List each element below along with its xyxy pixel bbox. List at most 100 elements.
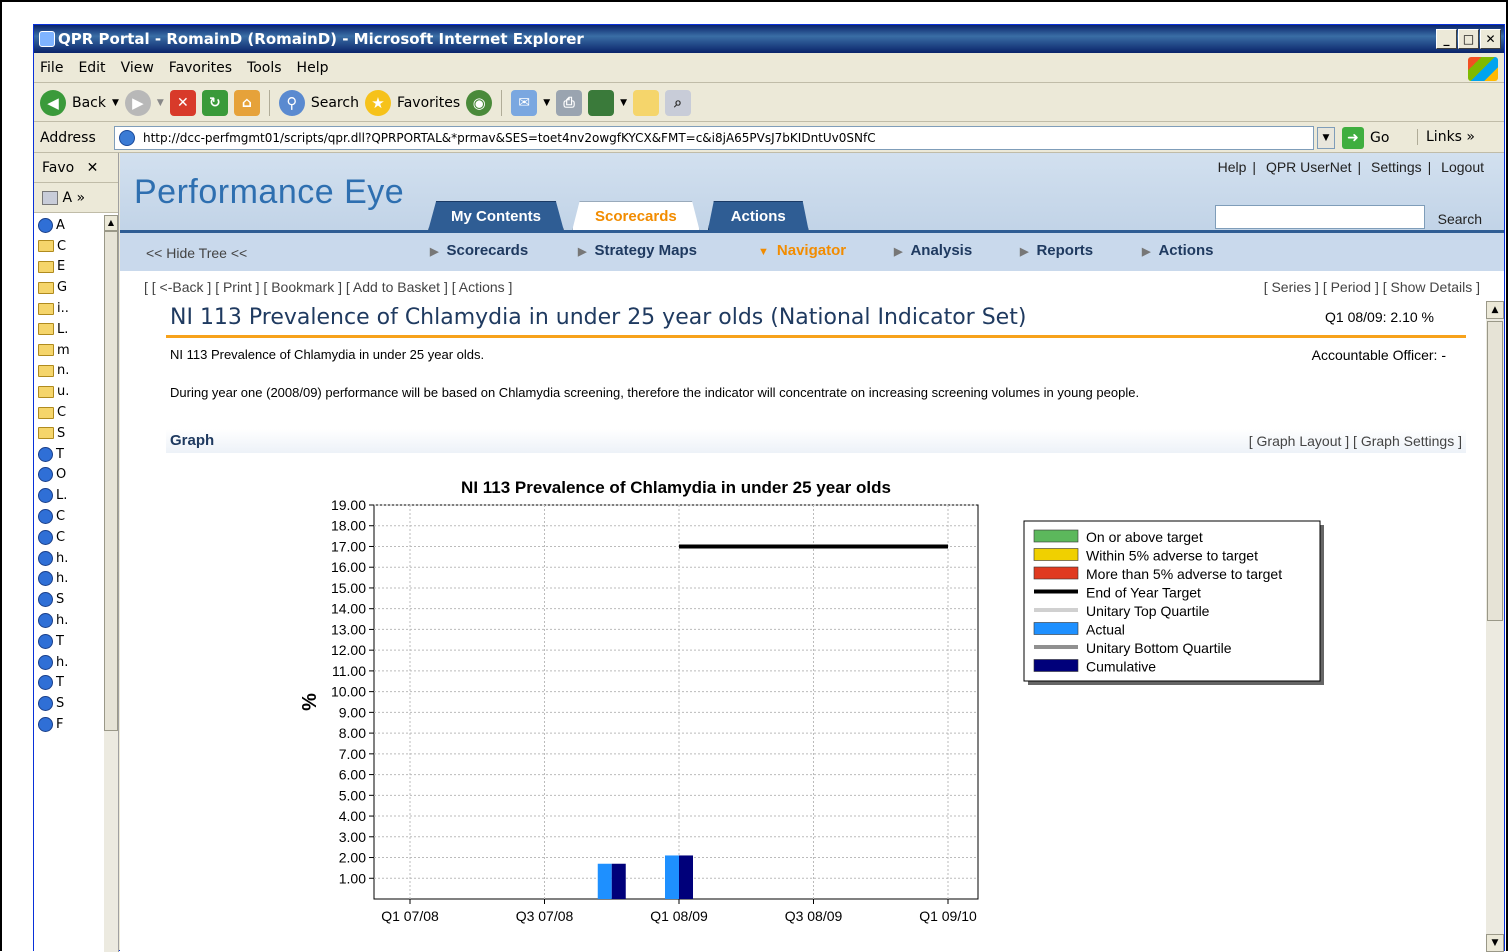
forward-arrow-icon[interactable]: ▶: [124, 89, 151, 116]
close-button[interactable]: ✕: [1480, 29, 1501, 49]
subnav-analysis[interactable]: ▶ Analysis: [894, 242, 972, 259]
favorite-item-label: S: [56, 696, 65, 712]
favorite-item-label: T: [56, 675, 64, 691]
y-tick-label: 12.00: [331, 642, 366, 658]
edit-dropdown-icon[interactable]: ▼: [620, 98, 627, 108]
favorites-star-icon[interactable]: ★: [364, 89, 391, 116]
subnav-reports[interactable]: ▶ Reports: [1020, 242, 1093, 259]
address-input[interactable]: http://dcc-perfmgmt01/scripts/qpr.dll?QP…: [114, 126, 1314, 150]
favorites-button[interactable]: Favorites: [397, 95, 460, 111]
scroll-thumb[interactable]: [1487, 321, 1503, 621]
favorite-item[interactable]: i..: [38, 298, 102, 319]
scroll-up-icon[interactable]: ▲: [1486, 301, 1504, 319]
back-button[interactable]: Back: [72, 95, 106, 111]
favorite-item[interactable]: S: [38, 589, 102, 610]
favorite-item[interactable]: h.: [38, 569, 102, 590]
scroll-down-icon[interactable]: ▼: [1486, 934, 1504, 952]
portal-search-button[interactable]: Search: [1438, 211, 1482, 227]
favorite-item[interactable]: T: [38, 673, 102, 694]
subnav-actions[interactable]: ▶ Actions: [1142, 242, 1213, 259]
search-button[interactable]: Search: [311, 95, 359, 111]
favorites-scrollbar[interactable]: ▲: [104, 215, 118, 952]
favorite-item[interactable]: O: [38, 465, 102, 486]
settings-link[interactable]: Settings: [1371, 159, 1422, 175]
links-button[interactable]: Links »: [1417, 129, 1475, 145]
stop-icon[interactable]: ✕: [169, 89, 196, 116]
go-button[interactable]: ➜ Go: [1342, 126, 1398, 150]
portal-search-input[interactable]: [1215, 205, 1425, 229]
favorite-item[interactable]: C: [38, 506, 102, 527]
help-link[interactable]: Help: [1218, 159, 1247, 175]
favorite-item[interactable]: m: [38, 340, 102, 361]
mail-dropdown-icon[interactable]: ▼: [543, 98, 550, 108]
menu-view[interactable]: View: [121, 60, 154, 76]
address-dropdown-icon[interactable]: ▼: [1317, 127, 1335, 149]
back-dropdown-icon[interactable]: ▼: [112, 98, 119, 108]
favorite-item[interactable]: C: [38, 402, 102, 423]
favorites-subheader: A »: [34, 183, 118, 213]
x-tick-label: Q3 07/08: [516, 908, 574, 924]
page-actions-right[interactable]: [ Series ] [ Period ] [ Show Details ]: [1264, 279, 1480, 295]
menu-help[interactable]: Help: [297, 60, 329, 76]
subnav-strategy-maps[interactable]: ▶ Strategy Maps: [578, 242, 697, 259]
add-favorite-icon[interactable]: [42, 191, 58, 205]
favorite-item[interactable]: L.: [38, 485, 102, 506]
menu-favorites[interactable]: Favorites: [169, 60, 232, 76]
links-label: Links: [1426, 129, 1462, 145]
favorite-item[interactable]: C: [38, 236, 102, 257]
favorite-item[interactable]: F: [38, 714, 102, 735]
subnav-navigator[interactable]: ▼ Navigator: [758, 242, 846, 259]
favorite-item[interactable]: S: [38, 423, 102, 444]
mail-icon[interactable]: ✉: [511, 89, 538, 116]
maximize-button[interactable]: □: [1458, 29, 1479, 49]
hide-tree-link[interactable]: << Hide Tree <<: [146, 245, 247, 261]
scroll-up-icon[interactable]: ▲: [104, 215, 118, 231]
research-icon[interactable]: ⌕: [665, 89, 692, 116]
chevron-right-icon[interactable]: »: [76, 190, 85, 206]
home-icon[interactable]: ⌂: [233, 89, 260, 116]
search-icon[interactable]: ⚲: [278, 89, 305, 116]
favorite-item[interactable]: n.: [38, 361, 102, 382]
menu-edit[interactable]: Edit: [78, 60, 105, 76]
ie-page-icon: [38, 717, 53, 733]
refresh-icon[interactable]: ↻: [201, 89, 228, 116]
close-icon[interactable]: ✕: [87, 160, 99, 176]
y-tick-label: 18.00: [331, 518, 366, 534]
notes-icon[interactable]: [633, 89, 660, 116]
tab-my-contents[interactable]: My Contents: [428, 201, 564, 231]
menu-tools[interactable]: Tools: [247, 60, 282, 76]
favorite-item[interactable]: u.: [38, 381, 102, 402]
usernet-link[interactable]: QPR UserNet: [1266, 159, 1352, 175]
subnav-scorecards[interactable]: ▶ Scorecards: [430, 242, 528, 259]
favorite-item[interactable]: G: [38, 277, 102, 298]
logout-link[interactable]: Logout: [1441, 159, 1484, 175]
favorite-item[interactable]: h.: [38, 652, 102, 673]
favorites-sub-label[interactable]: A: [62, 190, 72, 206]
minimize-button[interactable]: _: [1436, 29, 1457, 49]
bar-cumulative: [611, 863, 626, 899]
favorite-item[interactable]: C: [38, 527, 102, 548]
favorite-item[interactable]: h.: [38, 548, 102, 569]
content-scrollbar[interactable]: ▲ ▼: [1486, 301, 1504, 952]
legend-label: Unitary Top Quartile: [1086, 603, 1210, 619]
print-icon[interactable]: ⎙: [556, 89, 583, 116]
ie-page-icon: [38, 613, 53, 629]
favorite-item[interactable]: h.: [38, 610, 102, 631]
favorite-item-label: C: [57, 405, 67, 421]
favorite-item[interactable]: A: [38, 215, 102, 236]
graph-links[interactable]: [ Graph Layout ] [ Graph Settings ]: [1249, 433, 1462, 449]
favorite-item[interactable]: T: [38, 631, 102, 652]
media-icon[interactable]: ◉: [466, 89, 493, 116]
favorite-item[interactable]: T: [38, 444, 102, 465]
tab-actions[interactable]: Actions: [707, 201, 809, 231]
favorite-item[interactable]: E: [38, 257, 102, 278]
back-arrow-icon[interactable]: ◀: [40, 89, 66, 116]
edit-icon[interactable]: [588, 89, 615, 116]
favorite-item[interactable]: S: [38, 693, 102, 714]
scroll-thumb[interactable]: [104, 231, 118, 731]
menu-file[interactable]: File: [40, 60, 63, 76]
tab-scorecards[interactable]: Scorecards: [572, 201, 700, 231]
favorite-item[interactable]: L.: [38, 319, 102, 340]
page-actions-left[interactable]: [ [ <-Back ] [ Print ] [ Bookmark ] [ Ad…: [144, 279, 512, 295]
forward-dropdown-icon[interactable]: ▼: [157, 98, 164, 108]
